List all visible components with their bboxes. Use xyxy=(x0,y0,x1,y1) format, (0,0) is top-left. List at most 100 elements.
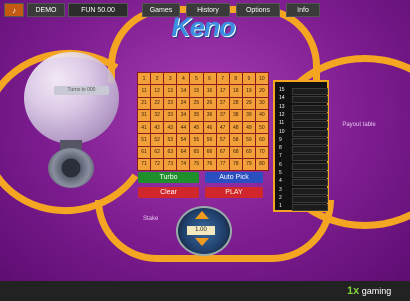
demo-button[interactable]: DEMO xyxy=(27,3,65,17)
payout-hits-label: 12 xyxy=(279,111,285,118)
board-cell[interactable]: 79 xyxy=(242,158,255,170)
board-cell[interactable]: 18 xyxy=(229,85,242,97)
games-button[interactable]: Games xyxy=(142,3,180,17)
stake-decrease-arrow-icon[interactable] xyxy=(195,238,209,246)
auto-pick-button[interactable]: Auto Pick xyxy=(205,172,263,183)
payout-hits-label: 14 xyxy=(279,95,285,102)
board-cell[interactable]: 53 xyxy=(164,134,177,146)
board-cell[interactable]: 61 xyxy=(138,146,151,158)
board-cell[interactable]: 28 xyxy=(229,97,242,109)
board-cell[interactable]: 17 xyxy=(216,85,229,97)
payout-value-slot xyxy=(292,179,328,187)
board-cell[interactable]: 72 xyxy=(151,158,164,170)
board-cell[interactable]: 15 xyxy=(190,85,203,97)
board-cell[interactable]: 67 xyxy=(216,146,229,158)
board-cell[interactable]: 71 xyxy=(138,158,151,170)
board-cell[interactable]: 6 xyxy=(203,73,216,85)
stake-increase-arrow-icon[interactable] xyxy=(195,211,209,219)
board-cell[interactable]: 65 xyxy=(190,146,203,158)
board-cell[interactable]: 34 xyxy=(177,109,190,121)
board-cell[interactable]: 26 xyxy=(203,97,216,109)
board-cell[interactable]: 50 xyxy=(255,122,268,134)
board-cell[interactable]: 73 xyxy=(164,158,177,170)
board-cell[interactable]: 64 xyxy=(177,146,190,158)
board-cell[interactable]: 80 xyxy=(255,158,268,170)
board-cell[interactable]: 63 xyxy=(164,146,177,158)
board-cell[interactable]: 55 xyxy=(190,134,203,146)
board-cell[interactable]: 11 xyxy=(138,85,151,97)
board-cell[interactable]: 76 xyxy=(203,158,216,170)
board-cell[interactable]: 52 xyxy=(151,134,164,146)
board-cell[interactable]: 48 xyxy=(229,122,242,134)
speaker-icon[interactable]: ♪ xyxy=(4,3,24,17)
board-cell[interactable]: 40 xyxy=(255,109,268,121)
board-cell[interactable]: 13 xyxy=(164,85,177,97)
board-cell[interactable]: 3 xyxy=(164,73,177,85)
board-cell[interactable]: 49 xyxy=(242,122,255,134)
board-cell[interactable]: 69 xyxy=(242,146,255,158)
board-cell[interactable]: 57 xyxy=(216,134,229,146)
clear-button[interactable]: Clear xyxy=(138,187,199,198)
board-cell[interactable]: 10 xyxy=(255,73,268,85)
board-cell[interactable]: 54 xyxy=(177,134,190,146)
payout-row: 2 xyxy=(279,195,328,203)
board-cell[interactable]: 35 xyxy=(190,109,203,121)
board-cell[interactable]: 20 xyxy=(255,85,268,97)
board-cell[interactable]: 58 xyxy=(229,134,242,146)
board-cell[interactable]: 38 xyxy=(229,109,242,121)
board-cell[interactable]: 1 xyxy=(138,73,151,85)
board-cell[interactable]: 59 xyxy=(242,134,255,146)
board-cell[interactable]: 39 xyxy=(242,109,255,121)
board-cell[interactable]: 51 xyxy=(138,134,151,146)
board-cell[interactable]: 2 xyxy=(151,73,164,85)
board-cell[interactable]: 29 xyxy=(242,97,255,109)
options-button[interactable]: Options xyxy=(236,3,280,17)
board-cell[interactable]: 23 xyxy=(164,97,177,109)
board-cell[interactable]: 9 xyxy=(242,73,255,85)
board-cell[interactable]: 42 xyxy=(151,122,164,134)
board-cell[interactable]: 8 xyxy=(229,73,242,85)
board-cell[interactable]: 33 xyxy=(164,109,177,121)
board-cell[interactable]: 56 xyxy=(203,134,216,146)
board-cell[interactable]: 60 xyxy=(255,134,268,146)
board-cell[interactable]: 62 xyxy=(151,146,164,158)
board-cell[interactable]: 22 xyxy=(151,97,164,109)
board-cell[interactable]: 46 xyxy=(203,122,216,134)
board-cell[interactable]: 24 xyxy=(177,97,190,109)
board-cell[interactable]: 4 xyxy=(177,73,190,85)
turbo-button[interactable]: Turbo xyxy=(138,172,199,183)
board-cell[interactable]: 74 xyxy=(177,158,190,170)
board-cell[interactable]: 32 xyxy=(151,109,164,121)
board-cell[interactable]: 41 xyxy=(138,122,151,134)
board-cell[interactable]: 5 xyxy=(190,73,203,85)
history-button[interactable]: History xyxy=(186,3,230,17)
board-cell[interactable]: 75 xyxy=(190,158,203,170)
board-cell[interactable]: 43 xyxy=(164,122,177,134)
board-cell[interactable]: 31 xyxy=(138,109,151,121)
board-cell[interactable]: 19 xyxy=(242,85,255,97)
board-cell[interactable]: 25 xyxy=(190,97,203,109)
board-cell[interactable]: 7 xyxy=(216,73,229,85)
board-cell[interactable]: 12 xyxy=(151,85,164,97)
board-cell[interactable]: 47 xyxy=(216,122,229,134)
play-button[interactable]: PLAY xyxy=(205,187,263,198)
board-cell[interactable]: 27 xyxy=(216,97,229,109)
board-cell[interactable]: 16 xyxy=(203,85,216,97)
board-cell[interactable]: 70 xyxy=(255,146,268,158)
board-cell[interactable]: 45 xyxy=(190,122,203,134)
board-cell[interactable]: 44 xyxy=(177,122,190,134)
payout-hits-label: 1 xyxy=(279,203,282,210)
board-cell[interactable]: 14 xyxy=(177,85,190,97)
brand-mark: 1x xyxy=(347,285,360,297)
payout-hits-label: 5 xyxy=(279,170,282,176)
payout-value-slot xyxy=(292,96,328,104)
board-cell[interactable]: 68 xyxy=(229,146,242,158)
info-button[interactable]: Info xyxy=(286,3,320,17)
board-cell[interactable]: 37 xyxy=(216,109,229,121)
board-cell[interactable]: 36 xyxy=(203,109,216,121)
board-cell[interactable]: 21 xyxy=(138,97,151,109)
board-cell[interactable]: 78 xyxy=(229,158,242,170)
board-cell[interactable]: 30 xyxy=(255,97,268,109)
board-cell[interactable]: 77 xyxy=(216,158,229,170)
board-cell[interactable]: 66 xyxy=(203,146,216,158)
